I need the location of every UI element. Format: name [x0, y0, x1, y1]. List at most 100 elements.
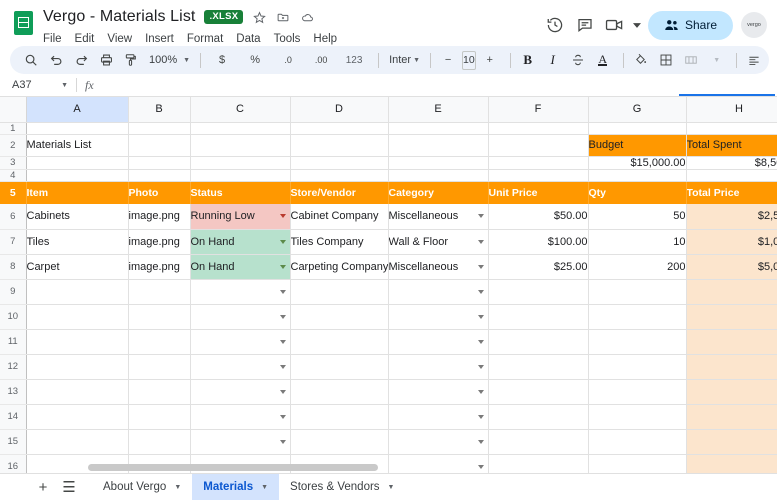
sheet-title-cell[interactable]: Materials List: [26, 134, 128, 156]
cell-unit-price-7[interactable]: $100.00: [488, 229, 588, 254]
cell-h1[interactable]: [686, 122, 777, 134]
chevron-down-icon[interactable]: [478, 390, 484, 394]
cell-photo-9[interactable]: [128, 279, 190, 304]
cell-item-6[interactable]: Cabinets: [26, 204, 128, 229]
cell-item-11[interactable]: [26, 329, 128, 354]
chevron-down-icon[interactable]: [280, 340, 286, 344]
menu-item-tools[interactable]: Tools: [274, 33, 301, 45]
column-header-b[interactable]: B: [128, 97, 190, 122]
increase-font-size-button[interactable]: +: [479, 49, 501, 71]
table-header-unit-price[interactable]: Unit Price: [488, 181, 588, 204]
cell-unit-price-16[interactable]: [488, 454, 588, 473]
more-formats-button[interactable]: 123: [339, 49, 369, 71]
cell-a4[interactable]: [26, 169, 128, 181]
cell-b3[interactable]: [128, 156, 190, 169]
font-size-input[interactable]: 10: [462, 51, 476, 70]
decrease-font-size-button[interactable]: −: [437, 49, 459, 71]
cell-unit-price-9[interactable]: [488, 279, 588, 304]
cell-photo-13[interactable]: [128, 379, 190, 404]
cell-category-16[interactable]: [388, 454, 488, 473]
cell-vendor-11[interactable]: [290, 329, 388, 354]
cell-unit-price-6[interactable]: $50.00: [488, 204, 588, 229]
cell-g1[interactable]: [588, 122, 686, 134]
halign-dropdown-caret-icon[interactable]: ▼: [768, 49, 777, 71]
cell-d1[interactable]: [290, 122, 388, 134]
column-header-g[interactable]: G: [588, 97, 686, 122]
horizontal-scrollbar[interactable]: [88, 464, 378, 471]
percent-format-button[interactable]: %: [240, 49, 270, 71]
cell-item-13[interactable]: [26, 379, 128, 404]
cell-status-12[interactable]: [190, 354, 290, 379]
chevron-down-icon[interactable]: [280, 265, 286, 269]
cell-item-9[interactable]: [26, 279, 128, 304]
cell-qty-12[interactable]: [588, 354, 686, 379]
row-header-8[interactable]: 8: [0, 254, 26, 279]
cell-f3[interactable]: [488, 156, 588, 169]
menu-item-data[interactable]: Data: [236, 33, 260, 45]
row-header-2[interactable]: 2: [0, 134, 26, 156]
cell-status-14[interactable]: [190, 404, 290, 429]
cell-item-14[interactable]: [26, 404, 128, 429]
chevron-down-icon[interactable]: ▼: [388, 484, 395, 491]
table-header-photo[interactable]: Photo: [128, 181, 190, 204]
cell-total-price-16[interactable]: $0: [686, 454, 777, 473]
paint-format-icon[interactable]: [120, 49, 142, 71]
cell-photo-6[interactable]: image.png: [128, 204, 190, 229]
bold-button[interactable]: B: [517, 49, 539, 71]
cell-vendor-7[interactable]: Tiles Company: [290, 229, 388, 254]
chevron-down-icon[interactable]: [280, 240, 286, 244]
cell-qty-9[interactable]: [588, 279, 686, 304]
menu-item-insert[interactable]: Insert: [145, 33, 174, 45]
row-header-11[interactable]: 11: [0, 329, 26, 354]
cell-a1[interactable]: [26, 122, 128, 134]
sheet-tab-materials[interactable]: Materials▼: [192, 474, 279, 500]
cell-unit-price-13[interactable]: [488, 379, 588, 404]
cell-status-8[interactable]: On Hand: [190, 254, 290, 279]
cell-total-price-14[interactable]: $0: [686, 404, 777, 429]
cell-qty-10[interactable]: [588, 304, 686, 329]
cell-status-6[interactable]: Running Low: [190, 204, 290, 229]
cell-qty-11[interactable]: [588, 329, 686, 354]
cell-d2[interactable]: [290, 134, 388, 156]
cell-e1[interactable]: [388, 122, 488, 134]
column-header-d[interactable]: D: [290, 97, 388, 122]
table-header-status[interactable]: Status: [190, 181, 290, 204]
document-title[interactable]: Vergo - Materials List: [43, 8, 195, 26]
all-sheets-button[interactable]: ☰: [56, 476, 82, 498]
cell-photo-12[interactable]: [128, 354, 190, 379]
chevron-down-icon[interactable]: [478, 365, 484, 369]
cell-item-7[interactable]: Tiles: [26, 229, 128, 254]
row-header-15[interactable]: 15: [0, 429, 26, 454]
increase-decimal-button[interactable]: .00: [306, 49, 336, 71]
cell-vendor-12[interactable]: [290, 354, 388, 379]
sheet-tab-about-vergo[interactable]: About Vergo▼: [92, 474, 192, 500]
cell-e3[interactable]: [388, 156, 488, 169]
cell-b2[interactable]: [128, 134, 190, 156]
avatar[interactable]: vergo: [741, 12, 767, 38]
cell-category-6[interactable]: Miscellaneous: [388, 204, 488, 229]
cell-f4[interactable]: [488, 169, 588, 181]
text-color-button[interactable]: A: [592, 49, 614, 71]
cell-status-9[interactable]: [190, 279, 290, 304]
cell-b1[interactable]: [128, 122, 190, 134]
cell-h4[interactable]: [686, 169, 777, 181]
cell-qty-14[interactable]: [588, 404, 686, 429]
column-header-e[interactable]: E: [388, 97, 488, 122]
row-header-14[interactable]: 14: [0, 404, 26, 429]
cloud-saved-icon[interactable]: [300, 11, 315, 24]
chevron-down-icon[interactable]: [280, 290, 286, 294]
cell-qty-6[interactable]: 50: [588, 204, 686, 229]
cell-qty-7[interactable]: 10: [588, 229, 686, 254]
cell-category-13[interactable]: [388, 379, 488, 404]
menu-item-view[interactable]: View: [107, 33, 132, 45]
cell-d3[interactable]: [290, 156, 388, 169]
chevron-down-icon[interactable]: [280, 390, 286, 394]
row-header-12[interactable]: 12: [0, 354, 26, 379]
cell-status-10[interactable]: [190, 304, 290, 329]
fill-color-button[interactable]: [630, 49, 652, 71]
cell-c3[interactable]: [190, 156, 290, 169]
cell-qty-16[interactable]: [588, 454, 686, 473]
cell-d4[interactable]: [290, 169, 388, 181]
cell-c4[interactable]: [190, 169, 290, 181]
column-header-a[interactable]: A: [26, 97, 128, 122]
